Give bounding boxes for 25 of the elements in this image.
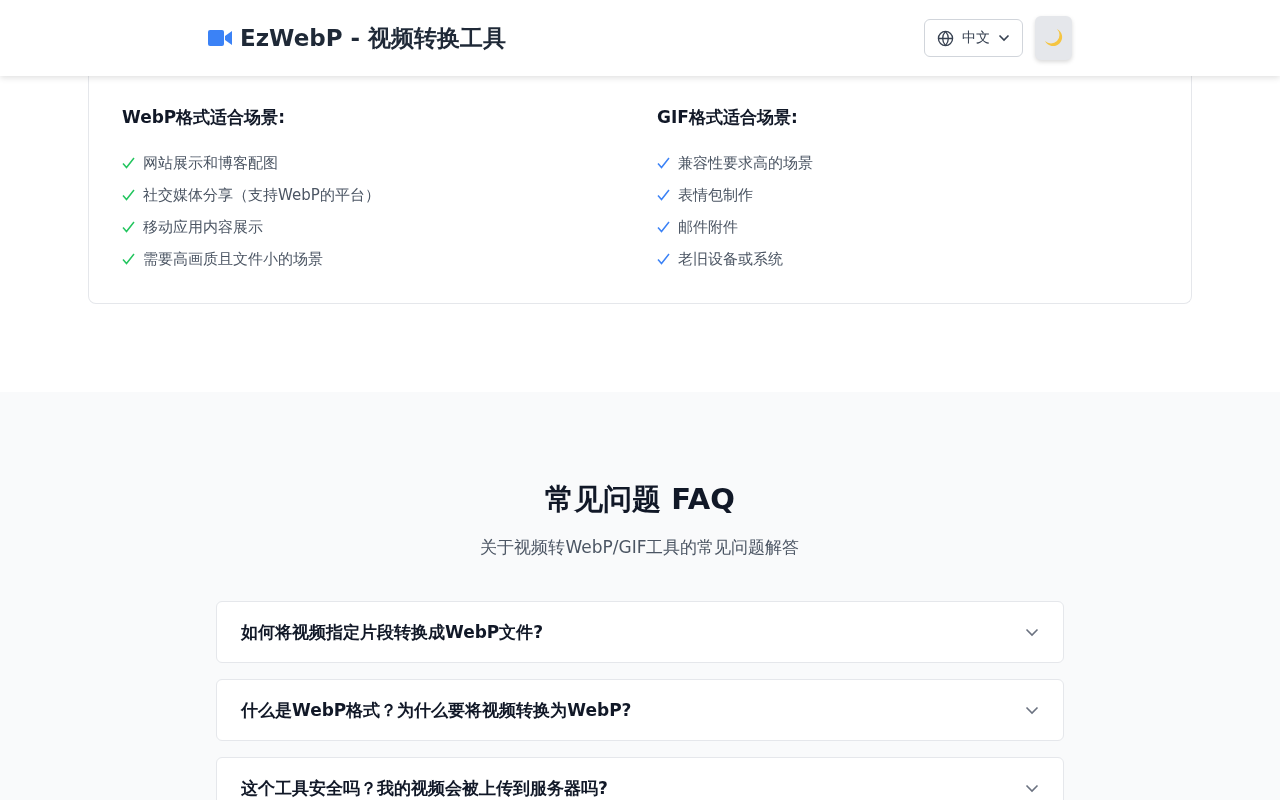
chevron-down-icon (1025, 705, 1039, 715)
chevron-down-icon (998, 34, 1010, 42)
list-item: 移动应用内容展示 (143, 217, 263, 237)
faq-question[interactable]: 这个工具安全吗？我的视频会被上传到服务器吗? (216, 757, 1064, 800)
language-selector[interactable]: 中文 (924, 19, 1023, 57)
theme-toggle-button[interactable] (1035, 16, 1072, 60)
moon-icon (1042, 27, 1065, 49)
list-item: 邮件附件 (678, 217, 738, 237)
video-camera-icon (208, 30, 232, 46)
globe-icon (937, 29, 954, 47)
section-heading: GIF格式适合场景: (657, 106, 799, 129)
list-item: 网站展示和博客配图 (143, 153, 278, 173)
app-title: EzWebP - 视频转换工具 (240, 23, 507, 53)
faq-subtitle: 关于视频转WebP/GIF工具的常见问题解答 (480, 536, 800, 559)
list-item: 需要高画质且文件小的场景 (143, 249, 323, 269)
chevron-down-icon (1025, 627, 1039, 637)
list-item: 老旧设备或系统 (678, 249, 783, 269)
list-item: 社交媒体分享（支持WebP的平台） (143, 185, 380, 205)
faq-question[interactable]: 什么是WebP格式？为什么要将视频转换为WebP? (216, 679, 1064, 741)
faq-title: 常见问题 FAQ (545, 481, 735, 518)
list-item: 表情包制作 (678, 185, 753, 205)
faq-question[interactable]: 如何将视频指定片段转换成WebP文件? (216, 601, 1064, 663)
list-item: 兼容性要求高的场景 (678, 153, 813, 173)
chevron-down-icon (1025, 783, 1039, 793)
section-heading: WebP格式适合场景: (122, 106, 287, 129)
